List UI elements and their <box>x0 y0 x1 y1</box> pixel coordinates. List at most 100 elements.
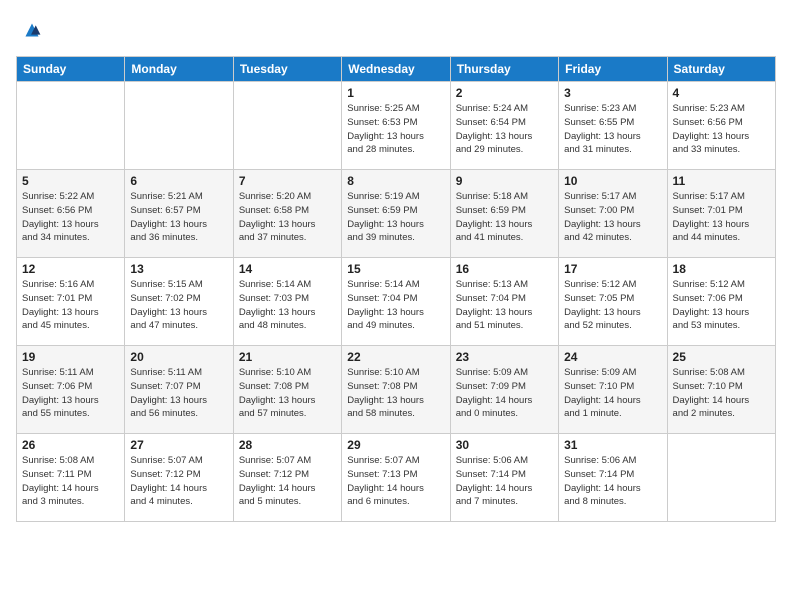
calendar-cell: 19Sunrise: 5:11 AM Sunset: 7:06 PM Dayli… <box>17 346 125 434</box>
calendar-cell: 22 Sunrise: 5:10 AM Sunset: 7:08 PM Dayli… <box>342 346 450 434</box>
calendar-cell <box>17 82 125 170</box>
logo-icon <box>18 16 46 44</box>
day-number: 12 <box>22 262 119 276</box>
calendar-cell: 16 Sunrise: 5:13 AM Sunset: 7:04 PM Dayli… <box>450 258 558 346</box>
calendar-cell: 20 Sunrise: 5:11 AM Sunset: 7:07 PM Dayli… <box>125 346 233 434</box>
calendar-cell: 25Sunrise: 5:08 AM Sunset: 7:10 PM Dayli… <box>667 346 775 434</box>
calendar-cell: 13Sunrise: 5:15 AM Sunset: 7:02 PM Dayli… <box>125 258 233 346</box>
day-number: 29 <box>347 438 444 452</box>
day-info: Sunrise: 5:12 AM Sunset: 7:05 PM Dayligh… <box>564 278 661 333</box>
day-number: 28 <box>239 438 336 452</box>
day-info: Sunrise: 5:24 AM Sunset: 6:54 PM Dayligh… <box>456 102 553 157</box>
day-number: 22 <box>347 350 444 364</box>
day-number: 15 <box>347 262 444 276</box>
day-info: Sunrise: 5:23 AM Sunset: 6:56 PM Dayligh… <box>673 102 770 157</box>
day-number: 31 <box>564 438 661 452</box>
day-info: Sunrise: 5:13 AM Sunset: 7:04 PM Dayligh… <box>456 278 553 333</box>
day-info: Sunrise: 5:14 AM Sunset: 7:03 PM Dayligh… <box>239 278 336 333</box>
day-info: Sunrise: 5:08 AM Sunset: 7:11 PM Dayligh… <box>22 454 119 509</box>
day-info: Sunrise: 5:06 AM Sunset: 7:14 PM Dayligh… <box>564 454 661 509</box>
day-number: 18 <box>673 262 770 276</box>
calendar-cell: 3 Sunrise: 5:23 AM Sunset: 6:55 PM Daylig… <box>559 82 667 170</box>
day-info: Sunrise: 5:22 AM Sunset: 6:56 PM Dayligh… <box>22 190 119 245</box>
calendar-cell: 2Sunrise: 5:24 AM Sunset: 6:54 PM Daylig… <box>450 82 558 170</box>
day-info: Sunrise: 5:06 AM Sunset: 7:14 PM Dayligh… <box>456 454 553 509</box>
day-info: Sunrise: 5:08 AM Sunset: 7:10 PM Dayligh… <box>673 366 770 421</box>
day-info: Sunrise: 5:09 AM Sunset: 7:09 PM Dayligh… <box>456 366 553 421</box>
day-number: 9 <box>456 174 553 188</box>
calendar-week-2: 12 Sunrise: 5:16 AM Sunset: 7:01 PM Dayli… <box>17 258 776 346</box>
calendar-cell: 5Sunrise: 5:22 AM Sunset: 6:56 PM Daylig… <box>17 170 125 258</box>
calendar-cell: 17 Sunrise: 5:12 AM Sunset: 7:05 PM Dayli… <box>559 258 667 346</box>
day-info: Sunrise: 5:18 AM Sunset: 6:59 PM Dayligh… <box>456 190 553 245</box>
day-header-friday: Friday <box>559 57 667 82</box>
day-info: Sunrise: 5:07 AM Sunset: 7:13 PM Dayligh… <box>347 454 444 509</box>
calendar-cell: 29 Sunrise: 5:07 AM Sunset: 7:13 PM Dayli… <box>342 434 450 522</box>
day-number: 10 <box>564 174 661 188</box>
day-number: 4 <box>673 86 770 100</box>
day-info: Sunrise: 5:19 AM Sunset: 6:59 PM Dayligh… <box>347 190 444 245</box>
day-info: Sunrise: 5:12 AM Sunset: 7:06 PM Dayligh… <box>673 278 770 333</box>
calendar-week-4: 26 Sunrise: 5:08 AM Sunset: 7:11 PM Dayli… <box>17 434 776 522</box>
calendar-week-1: 5Sunrise: 5:22 AM Sunset: 6:56 PM Daylig… <box>17 170 776 258</box>
day-number: 17 <box>564 262 661 276</box>
calendar-cell: 14 Sunrise: 5:14 AM Sunset: 7:03 PM Dayli… <box>233 258 341 346</box>
day-info: Sunrise: 5:17 AM Sunset: 7:00 PM Dayligh… <box>564 190 661 245</box>
day-info: Sunrise: 5:10 AM Sunset: 7:08 PM Dayligh… <box>239 366 336 421</box>
day-info: Sunrise: 5:07 AM Sunset: 7:12 PM Dayligh… <box>130 454 227 509</box>
calendar-cell: 6 Sunrise: 5:21 AM Sunset: 6:57 PM Daylig… <box>125 170 233 258</box>
day-info: Sunrise: 5:15 AM Sunset: 7:02 PM Dayligh… <box>130 278 227 333</box>
calendar-cell: 27Sunrise: 5:07 AM Sunset: 7:12 PM Dayli… <box>125 434 233 522</box>
day-info: Sunrise: 5:14 AM Sunset: 7:04 PM Dayligh… <box>347 278 444 333</box>
page: SundayMondayTuesdayWednesdayThursdayFrid… <box>0 0 792 612</box>
calendar-cell: 12 Sunrise: 5:16 AM Sunset: 7:01 PM Dayli… <box>17 258 125 346</box>
day-info: Sunrise: 5:09 AM Sunset: 7:10 PM Dayligh… <box>564 366 661 421</box>
calendar-cell: 4 Sunrise: 5:23 AM Sunset: 6:56 PM Daylig… <box>667 82 775 170</box>
calendar-cell <box>667 434 775 522</box>
calendar-cell: 18 Sunrise: 5:12 AM Sunset: 7:06 PM Dayli… <box>667 258 775 346</box>
day-header-sunday: Sunday <box>17 57 125 82</box>
calendar-cell: 7Sunrise: 5:20 AM Sunset: 6:58 PM Daylig… <box>233 170 341 258</box>
calendar-cell: 15 Sunrise: 5:14 AM Sunset: 7:04 PM Dayli… <box>342 258 450 346</box>
day-header-monday: Monday <box>125 57 233 82</box>
day-number: 21 <box>239 350 336 364</box>
day-info: Sunrise: 5:10 AM Sunset: 7:08 PM Dayligh… <box>347 366 444 421</box>
header <box>16 16 776 44</box>
calendar-cell: 11 Sunrise: 5:17 AM Sunset: 7:01 PM Dayli… <box>667 170 775 258</box>
calendar: SundayMondayTuesdayWednesdayThursdayFrid… <box>16 56 776 522</box>
day-number: 14 <box>239 262 336 276</box>
calendar-week-3: 19Sunrise: 5:11 AM Sunset: 7:06 PM Dayli… <box>17 346 776 434</box>
day-info: Sunrise: 5:20 AM Sunset: 6:58 PM Dayligh… <box>239 190 336 245</box>
day-header-saturday: Saturday <box>667 57 775 82</box>
day-number: 30 <box>456 438 553 452</box>
calendar-cell <box>125 82 233 170</box>
calendar-cell: 26 Sunrise: 5:08 AM Sunset: 7:11 PM Dayli… <box>17 434 125 522</box>
day-number: 8 <box>347 174 444 188</box>
day-info: Sunrise: 5:21 AM Sunset: 6:57 PM Dayligh… <box>130 190 227 245</box>
calendar-cell: 31 Sunrise: 5:06 AM Sunset: 7:14 PM Dayli… <box>559 434 667 522</box>
day-number: 20 <box>130 350 227 364</box>
day-header-thursday: Thursday <box>450 57 558 82</box>
calendar-cell: 21 Sunrise: 5:10 AM Sunset: 7:08 PM Dayli… <box>233 346 341 434</box>
day-info: Sunrise: 5:07 AM Sunset: 7:12 PM Dayligh… <box>239 454 336 509</box>
logo <box>16 16 46 44</box>
day-number: 3 <box>564 86 661 100</box>
day-info: Sunrise: 5:23 AM Sunset: 6:55 PM Dayligh… <box>564 102 661 157</box>
calendar-cell <box>233 82 341 170</box>
day-info: Sunrise: 5:16 AM Sunset: 7:01 PM Dayligh… <box>22 278 119 333</box>
calendar-cell: 8 Sunrise: 5:19 AM Sunset: 6:59 PM Daylig… <box>342 170 450 258</box>
day-number: 23 <box>456 350 553 364</box>
day-info: Sunrise: 5:17 AM Sunset: 7:01 PM Dayligh… <box>673 190 770 245</box>
day-number: 26 <box>22 438 119 452</box>
calendar-header-row: SundayMondayTuesdayWednesdayThursdayFrid… <box>17 57 776 82</box>
day-info: Sunrise: 5:11 AM Sunset: 7:07 PM Dayligh… <box>130 366 227 421</box>
calendar-cell: 24Sunrise: 5:09 AM Sunset: 7:10 PM Dayli… <box>559 346 667 434</box>
calendar-cell: 30 Sunrise: 5:06 AM Sunset: 7:14 PM Dayli… <box>450 434 558 522</box>
day-number: 19 <box>22 350 119 364</box>
calendar-cell: 10 Sunrise: 5:17 AM Sunset: 7:00 PM Dayli… <box>559 170 667 258</box>
day-header-tuesday: Tuesday <box>233 57 341 82</box>
day-number: 1 <box>347 86 444 100</box>
day-number: 11 <box>673 174 770 188</box>
day-number: 6 <box>130 174 227 188</box>
day-number: 16 <box>456 262 553 276</box>
